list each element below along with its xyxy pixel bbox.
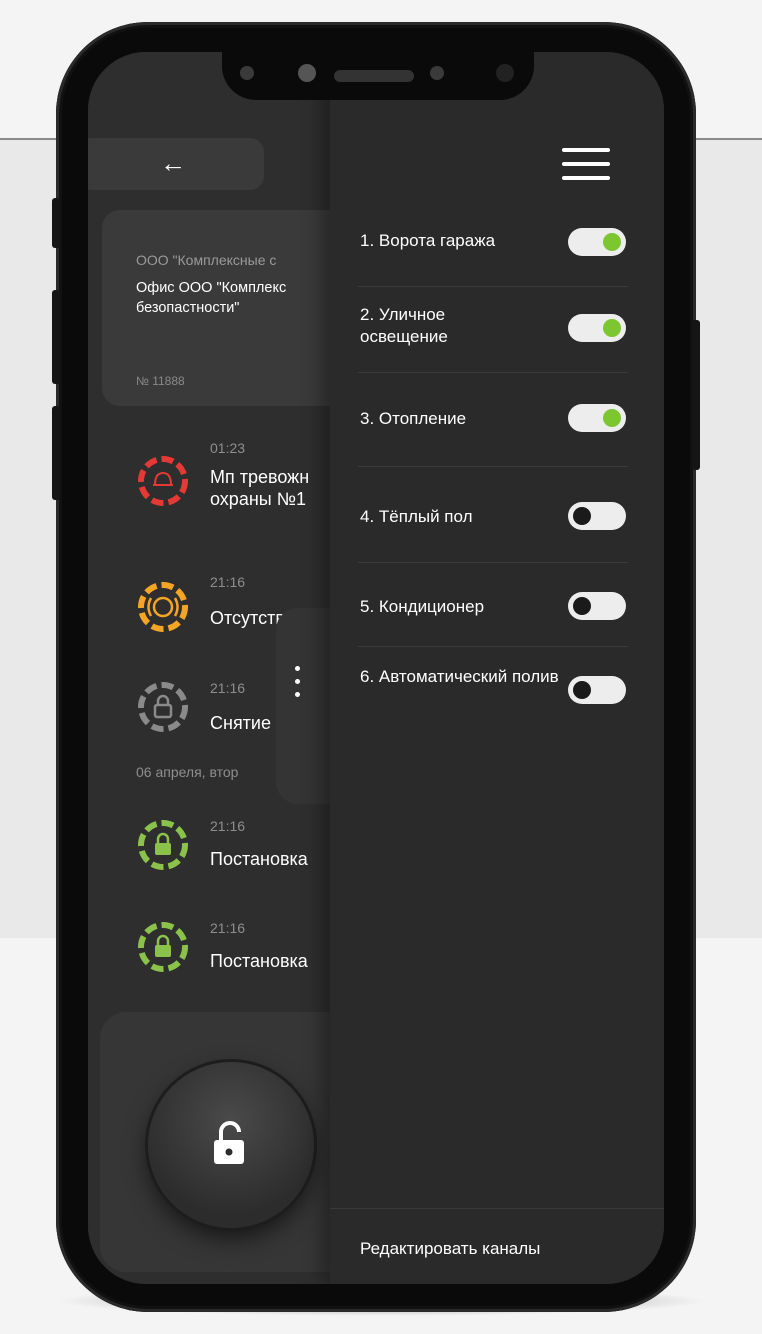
channel-row: 4. Тёплый пол bbox=[358, 466, 628, 563]
front-camera bbox=[298, 64, 316, 82]
alarm-bell-icon bbox=[138, 456, 188, 506]
app-screen: ← ООО "Комплексные с Офис ООО "Комплекс … bbox=[88, 52, 664, 1284]
notch bbox=[222, 52, 534, 100]
volume-down-button bbox=[52, 406, 60, 500]
channel-toggle[interactable] bbox=[568, 592, 626, 620]
channel-row: 5. Кондиционер bbox=[358, 562, 628, 647]
proximity-sensor bbox=[430, 66, 444, 80]
event-list-view: ← ООО "Комплексные с Офис ООО "Комплекс … bbox=[88, 52, 366, 1284]
event-time: 21:16 bbox=[210, 574, 246, 590]
channel-toggle[interactable] bbox=[568, 404, 626, 432]
sensor bbox=[240, 66, 254, 80]
channel-toggle[interactable] bbox=[568, 502, 626, 530]
channel-toggle[interactable] bbox=[568, 676, 626, 704]
channel-label: 1. Ворота гаража bbox=[360, 231, 496, 250]
more-vertical-icon[interactable] bbox=[295, 666, 303, 706]
channel-row: 3. Отопление bbox=[358, 372, 628, 467]
object-name: Офис ООО "Комплекс безопастности" bbox=[136, 280, 287, 316]
edit-channels-button[interactable]: Редактировать каналы bbox=[360, 1239, 540, 1259]
channel-label: 2. Уличное освещение bbox=[360, 305, 448, 346]
dot-projector bbox=[496, 64, 514, 82]
event-text: Постановка bbox=[210, 849, 308, 869]
channel-label: 4. Тёплый пол bbox=[360, 507, 473, 526]
channel-row: 1. Ворота гаража bbox=[358, 208, 628, 287]
power-button bbox=[692, 320, 700, 470]
object-number: № 11888 bbox=[136, 374, 185, 388]
fault-icon bbox=[138, 582, 188, 632]
event-time: 01:23 bbox=[210, 440, 246, 456]
mute-switch bbox=[52, 198, 60, 248]
event-time: 21:16 bbox=[210, 920, 246, 936]
lock-icon bbox=[138, 820, 188, 870]
hamburger-menu-icon[interactable] bbox=[562, 148, 610, 182]
event-time: 21:16 bbox=[210, 680, 246, 696]
unlock-icon bbox=[214, 1121, 244, 1164]
channel-label: 6. Автоматический полив bbox=[360, 667, 559, 686]
channel-toggle[interactable] bbox=[568, 314, 626, 342]
lock-icon bbox=[138, 922, 188, 972]
volume-up-button bbox=[52, 290, 60, 384]
lock-icon bbox=[138, 682, 188, 732]
object-company: ООО "Комплексные с bbox=[136, 252, 277, 268]
event-text-line2: охраны №1 bbox=[210, 489, 307, 509]
channel-row: 2. Уличное освещение bbox=[358, 286, 628, 373]
event-text: Постановка bbox=[210, 951, 308, 971]
channel-label: 5. Кондиционер bbox=[360, 597, 485, 616]
earpiece-speaker bbox=[334, 70, 414, 82]
channel-row: 6. Автоматический полив bbox=[358, 646, 628, 730]
channel-label: 3. Отопление bbox=[360, 409, 467, 428]
drawer-footer: Редактировать каналы bbox=[330, 1208, 664, 1284]
event-text: Мп тревожн bbox=[210, 467, 310, 487]
channel-toggle[interactable] bbox=[568, 228, 626, 256]
event-time: 21:16 bbox=[210, 818, 246, 834]
channels-drawer: 1. Ворота гаража 2. Уличное освещение 3.… bbox=[330, 52, 664, 1284]
arrow-left-icon[interactable]: ← bbox=[160, 148, 186, 179]
arm-disarm-button[interactable] bbox=[148, 1062, 314, 1228]
